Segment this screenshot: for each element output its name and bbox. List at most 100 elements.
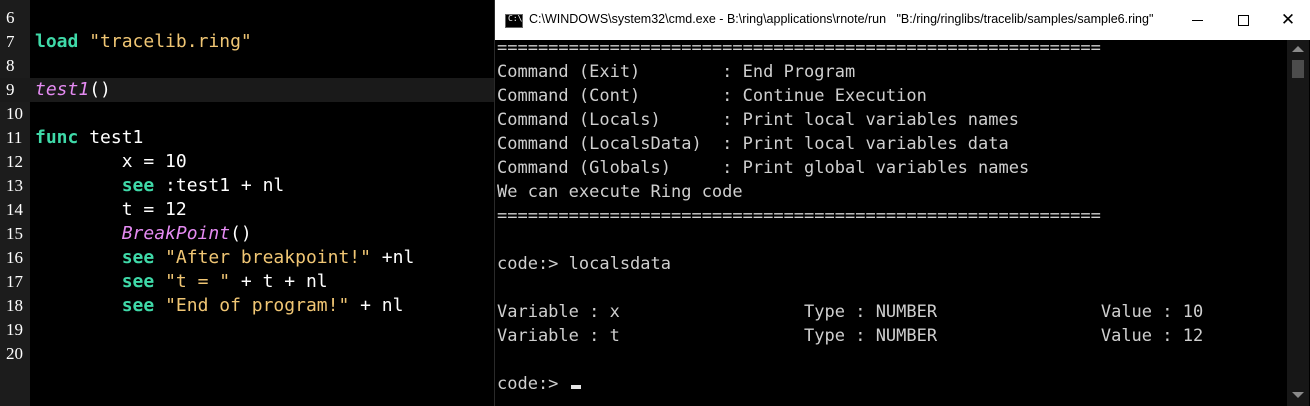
keyword-token: see [121, 175, 155, 196]
console-output[interactable]: ========================================… [497, 38, 1283, 406]
maximize-icon [1237, 14, 1249, 26]
code-line[interactable]: 20 [0, 342, 494, 366]
minimize-button[interactable] [1174, 0, 1220, 40]
line-number: 6 [6, 8, 15, 27]
line-number: 10 [6, 104, 23, 123]
code-token: :test1 + nl [154, 175, 285, 196]
keyword-token: see [121, 295, 155, 316]
line-number: 19 [6, 320, 23, 339]
window-title: C:\WINDOWS\system32\cmd.exe - B:\ring\ap… [529, 12, 1154, 26]
code-text: BreakPoint() [35, 224, 252, 244]
line-number: 20 [6, 344, 23, 363]
code-token: t = 12 [35, 199, 187, 220]
line-number: 11 [6, 128, 23, 147]
minimize-icon [1191, 19, 1203, 21]
code-line[interactable]: 9 test1() [0, 78, 494, 102]
scroll-thumb[interactable] [1292, 60, 1304, 78]
text-cursor [570, 385, 581, 389]
console-line: Command (Cont) : Continue Execution [497, 86, 927, 106]
console-line: ========================================… [497, 206, 1101, 226]
string-token: "tracelib.ring" [89, 31, 252, 52]
line-number: 15 [6, 224, 23, 243]
code-line[interactable]: 17 see "t = " + t + nl [0, 270, 494, 294]
function-token: BreakPoint [121, 223, 231, 244]
code-token: +nl [370, 247, 415, 268]
code-token: + nl [349, 295, 404, 316]
console-line: Variable : x Type : NUMBER Value : 10 [497, 302, 1204, 322]
code-line[interactable]: 11 func test1 [0, 126, 494, 150]
code-token: () [89, 79, 111, 100]
code-text: test1() [35, 80, 111, 100]
code-text: see :test1 + nl [35, 175, 285, 196]
keyword-token: see [121, 247, 155, 268]
console-line: Command (Locals) : Print local variables… [497, 110, 1019, 130]
code-text: x = 10 [35, 152, 187, 172]
line-number: 7 [6, 32, 15, 51]
code-line[interactable]: 18 see "End of program!" + nl [0, 294, 494, 318]
code-line[interactable]: 10 [0, 102, 494, 126]
code-text: load "tracelib.ring" [35, 32, 252, 52]
code-text: see "t = " + t + nl [35, 272, 328, 292]
maximize-button[interactable] [1220, 0, 1266, 40]
function-token: test1 [35, 79, 90, 100]
line-number: 9 [6, 80, 15, 99]
code-line[interactable]: 19 [0, 318, 494, 342]
title-bar[interactable]: C:\ C:\WINDOWS\system32\cmd.exe - B:\rin… [495, 0, 1310, 40]
line-number: 13 [6, 176, 23, 195]
code-line[interactable]: 12 x = 10 [0, 150, 494, 174]
console-line: Command (LocalsData) : Print local varia… [497, 134, 1009, 154]
cmd-icon: C:\ [505, 14, 523, 28]
console-line: Command (Globals) : Print global variabl… [497, 158, 1030, 178]
code-line[interactable]: 6 [0, 6, 494, 30]
keyword-token: see [121, 271, 155, 292]
code-line[interactable]: 8 [0, 54, 494, 78]
vertical-scrollbar[interactable] [1287, 40, 1309, 406]
console-line: code:> [497, 372, 581, 396]
console-window[interactable]: C:\ C:\WINDOWS\system32\cmd.exe - B:\rin… [494, 0, 1310, 406]
code-line[interactable]: 7 load "tracelib.ring" [0, 30, 494, 54]
code-text: see "After breakpoint!" +nl [35, 247, 415, 268]
console-line: ========================================… [497, 38, 1101, 58]
code-line[interactable]: 14 t = 12 [0, 198, 494, 222]
line-number: 17 [6, 272, 23, 291]
keyword-token: func [35, 127, 79, 148]
scroll-up-icon[interactable] [1292, 46, 1304, 52]
close-icon: ✕ [1280, 9, 1296, 30]
code-line[interactable]: 15 BreakPoint() [0, 222, 494, 246]
string-token: "After breakpoint!" [165, 247, 371, 268]
code-line[interactable]: 16 see "After breakpoint!" +nl [0, 246, 494, 270]
code-editor[interactable]: 6 7 load "tracelib.ring" 8 9 test1() 10 11 func … [0, 0, 494, 406]
keyword-token: load [35, 31, 79, 52]
line-number: 14 [6, 200, 23, 219]
line-number: 18 [6, 296, 23, 315]
close-button[interactable]: ✕ [1265, 0, 1310, 40]
code-line[interactable]: 13 see :test1 + nl [0, 174, 494, 198]
code-text: see "End of program!" + nl [35, 295, 404, 316]
code-token: () [230, 223, 252, 244]
code-token: x = 10 [35, 151, 187, 172]
line-number: 12 [6, 152, 23, 171]
code-text: t = 12 [35, 200, 187, 220]
scroll-down-icon[interactable] [1292, 392, 1304, 398]
console-line: We can execute Ring code [497, 182, 743, 202]
code-token: test1 [78, 127, 144, 148]
line-number: 16 [6, 248, 23, 267]
code-text: func test1 [35, 128, 143, 148]
console-line: code:> localsdata [497, 254, 671, 274]
cmd-icon-label: C:\ [508, 14, 523, 23]
string-token: "t = " [165, 271, 231, 292]
string-token: "End of program!" [165, 295, 350, 316]
console-line: Command (Exit) : End Program [497, 62, 856, 82]
code-token: + t + nl [230, 271, 328, 292]
line-number: 8 [6, 56, 15, 75]
console-line: Variable : t Type : NUMBER Value : 12 [497, 326, 1204, 346]
